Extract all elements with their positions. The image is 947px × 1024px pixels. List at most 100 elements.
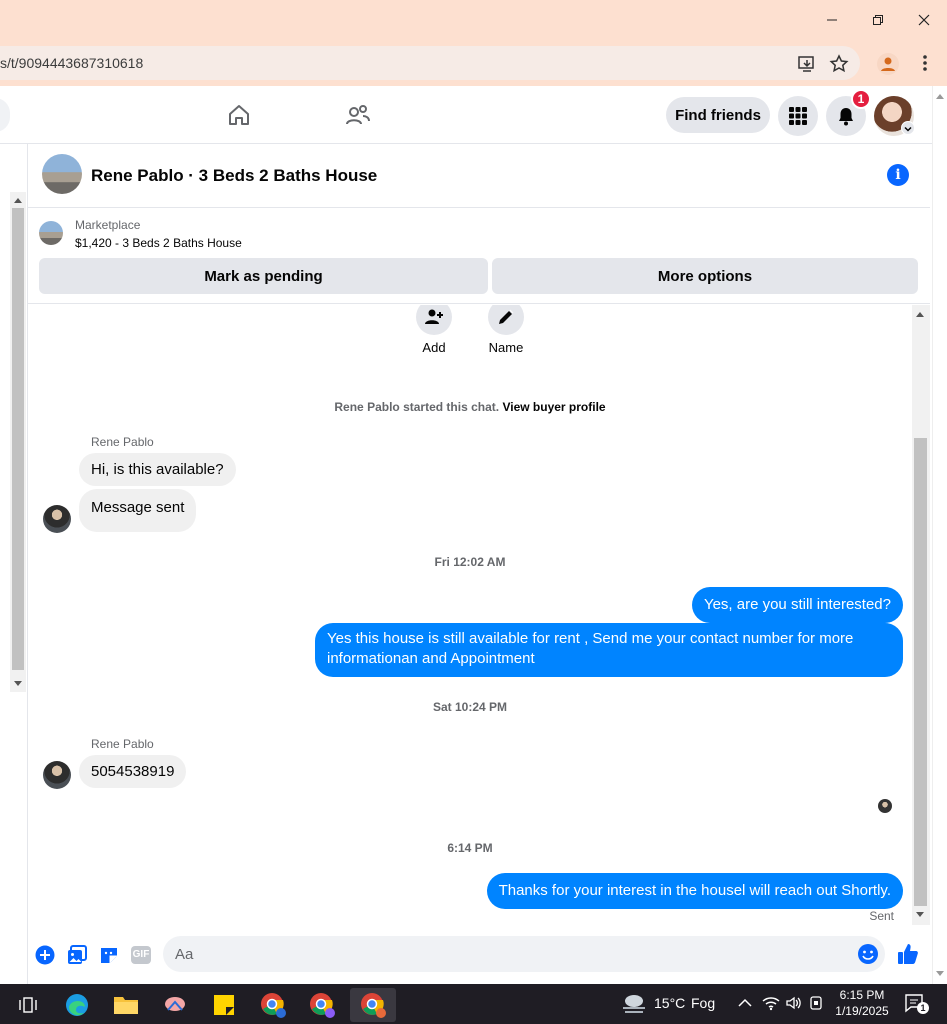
thumbs-up-icon	[898, 944, 918, 964]
install-app-icon[interactable]	[797, 54, 817, 74]
listing-thumbnail[interactable]	[39, 221, 63, 245]
chrome-icon	[261, 993, 286, 1018]
like-button[interactable]	[896, 942, 920, 966]
chrome-profile-c-taskbar-app[interactable]	[350, 988, 396, 1022]
seen-indicator-avatar	[878, 799, 892, 813]
add-person-button[interactable]	[416, 305, 452, 335]
message-input-wrap	[163, 936, 885, 972]
scroll-down-icon[interactable]	[13, 680, 23, 688]
facebook-top-nav: Find friends 1	[0, 86, 932, 144]
timestamp: 6:14 PM	[447, 841, 493, 855]
sent-status: Sent	[869, 909, 894, 923]
snip-icon	[165, 997, 185, 1011]
wifi-icon[interactable]	[762, 995, 780, 1011]
weather-condition[interactable]: Fog	[691, 995, 715, 1011]
browser-profile-icon[interactable]	[877, 53, 899, 75]
incoming-message[interactable]: Message sent	[79, 489, 197, 532]
address-bar[interactable]: s/t/9094443687310618	[0, 46, 860, 80]
file-explorer-taskbar-app[interactable]	[106, 988, 146, 1022]
clock-time: 6:15 PM	[839, 988, 885, 1002]
windows-taskbar: 15°C Fog 6:15 PM 1/19/2025 1	[0, 984, 947, 1024]
bookmark-star-icon[interactable]	[829, 54, 849, 74]
edge-icon	[66, 994, 88, 1016]
scroll-up-icon[interactable]	[13, 196, 23, 204]
chat-header: Rene Pablo · 3 Beds 2 Baths House i	[28, 144, 930, 208]
close-button[interactable]	[901, 0, 947, 40]
message-composer: GIF	[28, 925, 930, 984]
sticker-icon	[101, 948, 117, 963]
chrome-icon	[361, 993, 386, 1018]
edit-name-button[interactable]	[488, 305, 524, 335]
name-label: Name	[488, 340, 524, 355]
minimize-button[interactable]	[809, 0, 855, 40]
task-view-button[interactable]	[8, 988, 48, 1022]
more-actions-button[interactable]	[34, 944, 56, 966]
search-pill[interactable]	[0, 98, 10, 132]
gif-button[interactable]: GIF	[129, 944, 153, 966]
meet-now-icon[interactable]	[808, 995, 824, 1011]
find-friends-button[interactable]: Find friends	[666, 97, 770, 133]
address-row: s/t/9094443687310618	[0, 40, 947, 86]
notification-center-count: 1	[917, 1002, 929, 1014]
restore-button[interactable]	[855, 0, 901, 40]
chat-list-scroll-thumb[interactable]	[12, 208, 24, 670]
scroll-up-icon[interactable]	[935, 92, 945, 100]
mark-as-pending-button[interactable]: Mark as pending	[39, 258, 488, 294]
incoming-message[interactable]: Hi, is this available?	[79, 453, 236, 486]
sender-avatar[interactable]	[43, 761, 71, 789]
timestamp: Sat 10:24 PM	[432, 700, 508, 714]
friends-icon[interactable]	[345, 102, 371, 128]
marketplace-listing-bar: Marketplace $1,420 - 3 Beds 2 Baths Hous…	[28, 208, 930, 304]
thread-scroll-thumb[interactable]	[914, 438, 927, 906]
chat-started-notice: Rene Pablo started this chat. View buyer…	[28, 400, 912, 414]
chevron-up-icon[interactable]	[738, 997, 752, 1009]
message-thread: Add Name Rene Pablo started this chat. V…	[28, 305, 912, 925]
fog-weather-icon[interactable]	[620, 992, 648, 1016]
page-scrollbar[interactable]	[932, 86, 947, 984]
sticky-note-icon	[214, 995, 234, 1015]
timestamp: Fri 12:02 AM	[434, 555, 506, 569]
chrome-profile-b-taskbar-app[interactable]	[302, 988, 342, 1022]
minimize-icon	[827, 19, 837, 21]
emoji-icon	[858, 944, 878, 964]
outgoing-message[interactable]: Yes this house is still available for re…	[315, 623, 903, 677]
notification-center-button[interactable]: 1	[904, 993, 929, 1015]
chat-avatar[interactable]	[42, 154, 82, 194]
scroll-down-icon[interactable]	[935, 970, 945, 978]
view-buyer-profile-link[interactable]: View buyer profile	[502, 400, 605, 414]
scroll-down-icon[interactable]	[915, 911, 925, 919]
info-icon[interactable]: i	[887, 164, 909, 186]
restore-icon	[873, 15, 883, 25]
chat-title[interactable]: Rene Pablo · 3 Beds 2 Baths House	[91, 166, 377, 186]
bell-icon	[839, 108, 853, 126]
outgoing-message[interactable]: Yes, are you still interested?	[691, 587, 903, 623]
photo-icon	[68, 945, 87, 964]
sender-avatar[interactable]	[43, 505, 71, 533]
more-options-button[interactable]: More options	[492, 258, 918, 294]
home-icon[interactable]	[226, 102, 252, 128]
incoming-message[interactable]: 5054538919	[79, 755, 187, 788]
url-text[interactable]: s/t/9094443687310618	[0, 55, 143, 71]
marketplace-label: Marketplace	[75, 218, 141, 232]
chat-started-text: Rene Pablo started this chat.	[334, 400, 500, 414]
browser-titlebar	[0, 0, 947, 40]
edge-taskbar-app[interactable]	[57, 988, 97, 1022]
taskbar-clock[interactable]: 6:15 PM 1/19/2025	[826, 987, 898, 1019]
sticky-notes-taskbar-app[interactable]	[204, 988, 244, 1022]
add-person-icon	[425, 309, 443, 324]
sticker-button[interactable]	[98, 944, 120, 966]
chrome-profile-a-taskbar-app[interactable]	[253, 988, 293, 1022]
outgoing-message[interactable]: Thanks for your interest in the housel w…	[486, 873, 903, 909]
snipping-tool-taskbar-app[interactable]	[155, 988, 195, 1022]
scroll-up-icon[interactable]	[915, 310, 925, 318]
weather-temperature[interactable]: 15°C	[654, 995, 685, 1011]
attach-photo-button[interactable]	[66, 944, 88, 966]
listing-title[interactable]: $1,420 - 3 Beds 2 Baths House	[75, 236, 242, 250]
menu-grid-button[interactable]	[778, 96, 818, 136]
browser-menu-icon[interactable]	[916, 52, 934, 74]
message-input[interactable]	[163, 936, 885, 972]
volume-icon[interactable]	[785, 995, 803, 1011]
emoji-button[interactable]	[857, 943, 879, 965]
add-label: Add	[422, 340, 446, 355]
account-chevron-icon[interactable]	[901, 121, 915, 135]
